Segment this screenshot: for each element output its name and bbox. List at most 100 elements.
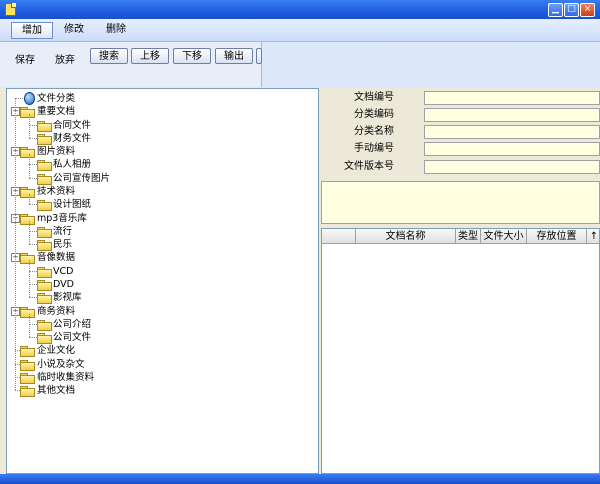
tree-connector <box>29 177 37 179</box>
folder-icon <box>37 240 52 252</box>
folder-icon <box>37 293 52 305</box>
grid-header-more[interactable]: ↑ <box>587 229 599 244</box>
globe-icon <box>24 92 35 105</box>
tree-connector <box>15 98 16 391</box>
tree-item-label[interactable]: 设计图纸 <box>53 198 91 211</box>
grid-header-file-size[interactable]: 文件大小 <box>481 229 527 244</box>
tree-item-label[interactable]: 公司文件 <box>53 331 91 344</box>
tree-connector <box>29 154 30 178</box>
tree-item-label[interactable]: mp3音乐库 <box>37 212 87 225</box>
folder-icon <box>37 266 52 278</box>
folder-icon <box>20 213 35 225</box>
tree-connector <box>29 220 30 245</box>
category-code-input[interactable] <box>424 108 600 122</box>
folder-icon <box>20 372 35 384</box>
status-bar <box>0 474 600 484</box>
tree-connector <box>29 337 37 339</box>
tree-connector <box>29 114 30 138</box>
move-up-button[interactable]: 上移 <box>131 48 169 64</box>
tree-item-label[interactable]: 其他文档 <box>37 384 75 397</box>
tree-connector <box>29 297 37 299</box>
tree-item-label[interactable]: 财务文件 <box>53 132 91 145</box>
save-button[interactable]: 保存 <box>15 51 35 66</box>
category-code-label: 分类编码 <box>354 109 394 120</box>
tree-connector <box>29 323 37 325</box>
tree-item-label[interactable]: 临时收集资料 <box>37 371 94 384</box>
doc-no-label: 文档编号 <box>354 92 394 103</box>
tree-connector <box>29 260 30 298</box>
tree-connector <box>29 124 37 126</box>
search-button[interactable]: 搜索 <box>90 48 128 64</box>
title-bar: ▁ □ × <box>0 0 600 19</box>
tree-connector <box>29 193 30 205</box>
minimize-button[interactable]: ▁ <box>548 3 563 17</box>
export-button[interactable]: 输出 <box>215 48 253 64</box>
folder-icon <box>20 306 35 318</box>
tree-item-label[interactable]: 流行 <box>53 225 72 238</box>
folder-icon <box>20 147 35 159</box>
category-name-label: 分类名称 <box>354 126 394 137</box>
tree-item-label[interactable]: DVD <box>53 278 74 291</box>
discard-button[interactable]: 放弃 <box>55 51 75 66</box>
tree-item-label[interactable]: 重要文档 <box>37 105 75 118</box>
menu-add[interactable]: 增加 <box>11 22 53 39</box>
tree-connector <box>29 204 37 206</box>
grid-header-location[interactable]: 存放位置 <box>527 229 587 244</box>
tree-item-label[interactable]: VCD <box>53 265 73 278</box>
move-down-button[interactable]: 下移 <box>173 48 211 64</box>
tree-item-label[interactable]: 企业文化 <box>37 344 75 357</box>
app-icon <box>5 3 16 16</box>
tree-item-label[interactable]: 公司介绍 <box>53 318 91 331</box>
folder-icon <box>20 253 35 265</box>
tree-item-label[interactable]: 图片资料 <box>37 145 75 158</box>
folder-icon <box>37 200 52 212</box>
grid-header-doc-name[interactable]: 文档名称 <box>356 229 456 244</box>
tree-item-label[interactable]: 商务资料 <box>37 305 75 318</box>
folder-icon <box>20 186 35 198</box>
close-button[interactable]: × <box>580 3 595 17</box>
document-grid[interactable]: 文档名称 类型 文件大小 存放位置 ↑ <box>321 228 600 474</box>
tree-connector <box>15 98 23 99</box>
category-tree[interactable]: 文件分类 − 重要文档 合同文件 财务文件 − 图片资料 私人相册 公司宣传图片 − 技术资料 设计… <box>6 88 319 474</box>
tree-connector <box>29 244 37 246</box>
tree-connector <box>29 283 37 285</box>
folder-icon <box>20 107 35 119</box>
version-no-input[interactable] <box>424 160 600 174</box>
memo-field[interactable] <box>321 181 600 224</box>
folder-icon <box>20 359 35 371</box>
tree-item-label[interactable]: 合同文件 <box>53 119 91 132</box>
folder-icon <box>37 333 52 345</box>
manual-no-label: 手动编号 <box>354 143 394 154</box>
folder-icon <box>37 120 52 132</box>
tree-connector <box>29 270 37 272</box>
folder-icon <box>20 386 35 398</box>
tree-item-label[interactable]: 音像数据 <box>37 251 75 264</box>
menu-edit[interactable]: 修改 <box>56 22 92 37</box>
folder-icon <box>37 160 52 172</box>
category-name-input[interactable] <box>424 125 600 139</box>
doc-no-input[interactable] <box>424 91 600 105</box>
tree-connector <box>29 164 37 166</box>
grid-header-indicator <box>322 229 356 244</box>
tree-item-label[interactable]: 小说及杂文 <box>37 358 85 371</box>
tree-item-label[interactable]: 技术资料 <box>37 185 75 198</box>
folder-icon <box>37 226 52 238</box>
tree-root-label[interactable]: 文件分类 <box>37 92 75 105</box>
maximize-button[interactable]: □ <box>564 3 579 17</box>
tree-connector <box>29 313 30 338</box>
grid-header-type[interactable]: 类型 <box>456 229 481 244</box>
detail-panel: 文档编号 分类编码 分类名称 手动编号 文件版本号 文档名称 类型 文件大小 存… <box>321 88 600 474</box>
header-blank-area <box>262 42 600 87</box>
tree-item-label[interactable]: 影视库 <box>53 291 82 304</box>
menu-bar: 增加 修改 删除 <box>0 19 600 42</box>
tree-connector <box>29 137 37 139</box>
toolbar: 保存 放弃 搜索 上移 下移 输出 <box>0 42 262 87</box>
manual-no-input[interactable] <box>424 142 600 156</box>
menu-delete[interactable]: 删除 <box>98 22 134 37</box>
tree-item-label[interactable]: 民乐 <box>53 238 72 251</box>
folder-icon <box>37 173 52 185</box>
tree-item-label[interactable]: 公司宣传图片 <box>53 172 110 185</box>
tree-item-label[interactable]: 私人相册 <box>53 158 91 171</box>
tree-connector <box>29 230 37 232</box>
version-no-label: 文件版本号 <box>344 161 394 172</box>
